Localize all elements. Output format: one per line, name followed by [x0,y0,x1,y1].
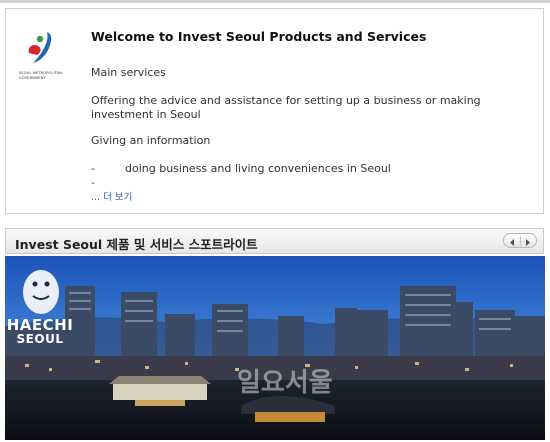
next-button[interactable] [520,234,536,247]
main-services-heading: Main services [91,66,166,79]
spotlight-banner-image[interactable]: HAECHI SEOUL 일요서울 [5,256,545,440]
seoul-night-skyline-image [5,256,545,440]
card-title: Welcome to Invest Seoul Products and Ser… [91,29,427,44]
chevron-right-icon [526,239,530,246]
bullet-dash: - [91,176,95,189]
profile-card: SEOUL METROPOLITAN GOVERNMENT Welcome to… [5,8,544,214]
chevron-left-icon [510,239,514,246]
spotlight-header: Invest Seoul 제품 및 서비스 스포트라이트 [5,228,544,254]
top-divider [0,0,550,3]
seoul-logo-icon [28,32,52,63]
haechi-logo-subtext: SEOUL [16,332,64,346]
watermark-text: 일요서울 [237,368,333,398]
services-paragraph: Offering the advice and assistance for s… [91,94,481,121]
spotlight-pager [503,233,537,248]
spotlight-title: Invest Seoul 제품 및 서비스 스포트라이트 [15,237,258,252]
giving-info-text: Giving an information [91,134,211,147]
seoul-government-logo: SEOUL METROPOLITAN GOVERNMENT [19,29,75,89]
bullet-dash: - [91,162,95,175]
prev-button[interactable] [504,234,520,247]
bullet-item: - doing business and living conveniences … [91,162,391,176]
logo-caption: SEOUL METROPOLITAN GOVERNMENT [19,71,79,80]
bullet-text: doing business and living conveniences i… [125,162,391,175]
bullet-item-empty: - [91,176,125,190]
more-link[interactable]: ... 더 보기 [91,189,132,203]
logo-caption-line2: GOVERNMENT [19,75,46,80]
